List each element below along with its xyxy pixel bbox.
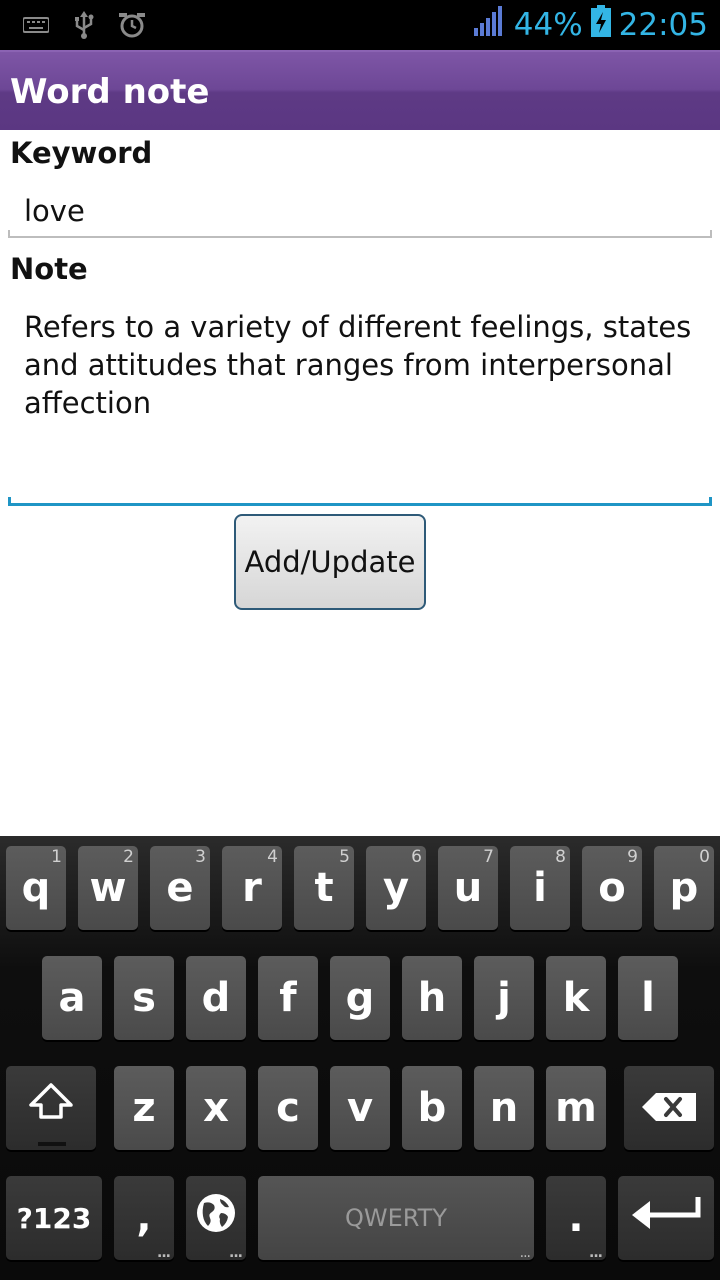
battery-percent: 44% xyxy=(513,7,583,43)
key-o[interactable]: 9o xyxy=(582,846,642,930)
keyboard-icon xyxy=(22,10,50,40)
key-y[interactable]: 6y xyxy=(366,846,426,930)
key-s[interactable]: s xyxy=(114,956,174,1040)
key-l[interactable]: l xyxy=(618,956,678,1040)
signal-icon xyxy=(472,6,506,44)
space-key[interactable]: QWERTY... xyxy=(258,1176,534,1260)
key-m[interactable]: m xyxy=(546,1066,606,1150)
soft-keyboard: 1q 2w 3e 4r 5t 6y 7u 8i 9o 0p a s d f g … xyxy=(0,836,720,1280)
key-r[interactable]: 4r xyxy=(222,846,282,930)
shift-key[interactable] xyxy=(6,1066,96,1150)
key-q[interactable]: 1q xyxy=(6,846,66,930)
key-f[interactable]: f xyxy=(258,956,318,1040)
keyword-field[interactable]: love xyxy=(8,182,712,238)
key-a[interactable]: a xyxy=(42,956,102,1040)
key-t[interactable]: 5t xyxy=(294,846,354,930)
key-x[interactable]: x xyxy=(186,1066,246,1150)
alarm-icon xyxy=(118,10,146,40)
key-n[interactable]: n xyxy=(474,1066,534,1150)
symbols-key[interactable]: ?123 xyxy=(6,1176,102,1260)
key-c[interactable]: c xyxy=(258,1066,318,1150)
period-key[interactable]: .... xyxy=(546,1176,606,1260)
key-g[interactable]: g xyxy=(330,956,390,1040)
status-bar: 44% 22:05 xyxy=(0,0,720,50)
globe-icon xyxy=(194,1191,238,1245)
battery-charging-icon xyxy=(590,5,611,45)
key-d[interactable]: d xyxy=(186,956,246,1040)
enter-key[interactable] xyxy=(618,1176,714,1260)
app-title: Word note xyxy=(10,72,210,112)
enter-icon xyxy=(630,1193,702,1243)
backspace-key[interactable] xyxy=(624,1066,714,1150)
add-update-button[interactable]: Add/Update xyxy=(234,514,426,610)
key-k[interactable]: k xyxy=(546,956,606,1040)
key-j[interactable]: j xyxy=(474,956,534,1040)
key-e[interactable]: 3e xyxy=(150,846,210,930)
key-z[interactable]: z xyxy=(114,1066,174,1150)
key-u[interactable]: 7u xyxy=(438,846,498,930)
key-p[interactable]: 0p xyxy=(654,846,714,930)
key-v[interactable]: v xyxy=(330,1066,390,1150)
key-b[interactable]: b xyxy=(402,1066,462,1150)
shift-icon xyxy=(27,1079,75,1137)
key-w[interactable]: 2w xyxy=(78,846,138,930)
action-bar: Word note xyxy=(0,50,720,130)
clock: 22:05 xyxy=(618,7,708,43)
language-key[interactable]: ... xyxy=(186,1176,246,1260)
key-h[interactable]: h xyxy=(402,956,462,1040)
note-label: Note xyxy=(10,252,88,286)
key-i[interactable]: 8i xyxy=(510,846,570,930)
comma-key[interactable]: ,... xyxy=(114,1176,174,1260)
backspace-icon xyxy=(642,1085,696,1131)
keyword-label: Keyword xyxy=(10,136,153,170)
usb-icon xyxy=(72,10,96,40)
note-value: Refers to a variety of different feeling… xyxy=(24,310,692,420)
note-field[interactable]: Refers to a variety of different feeling… xyxy=(8,298,712,506)
keyword-value: love xyxy=(24,194,85,228)
